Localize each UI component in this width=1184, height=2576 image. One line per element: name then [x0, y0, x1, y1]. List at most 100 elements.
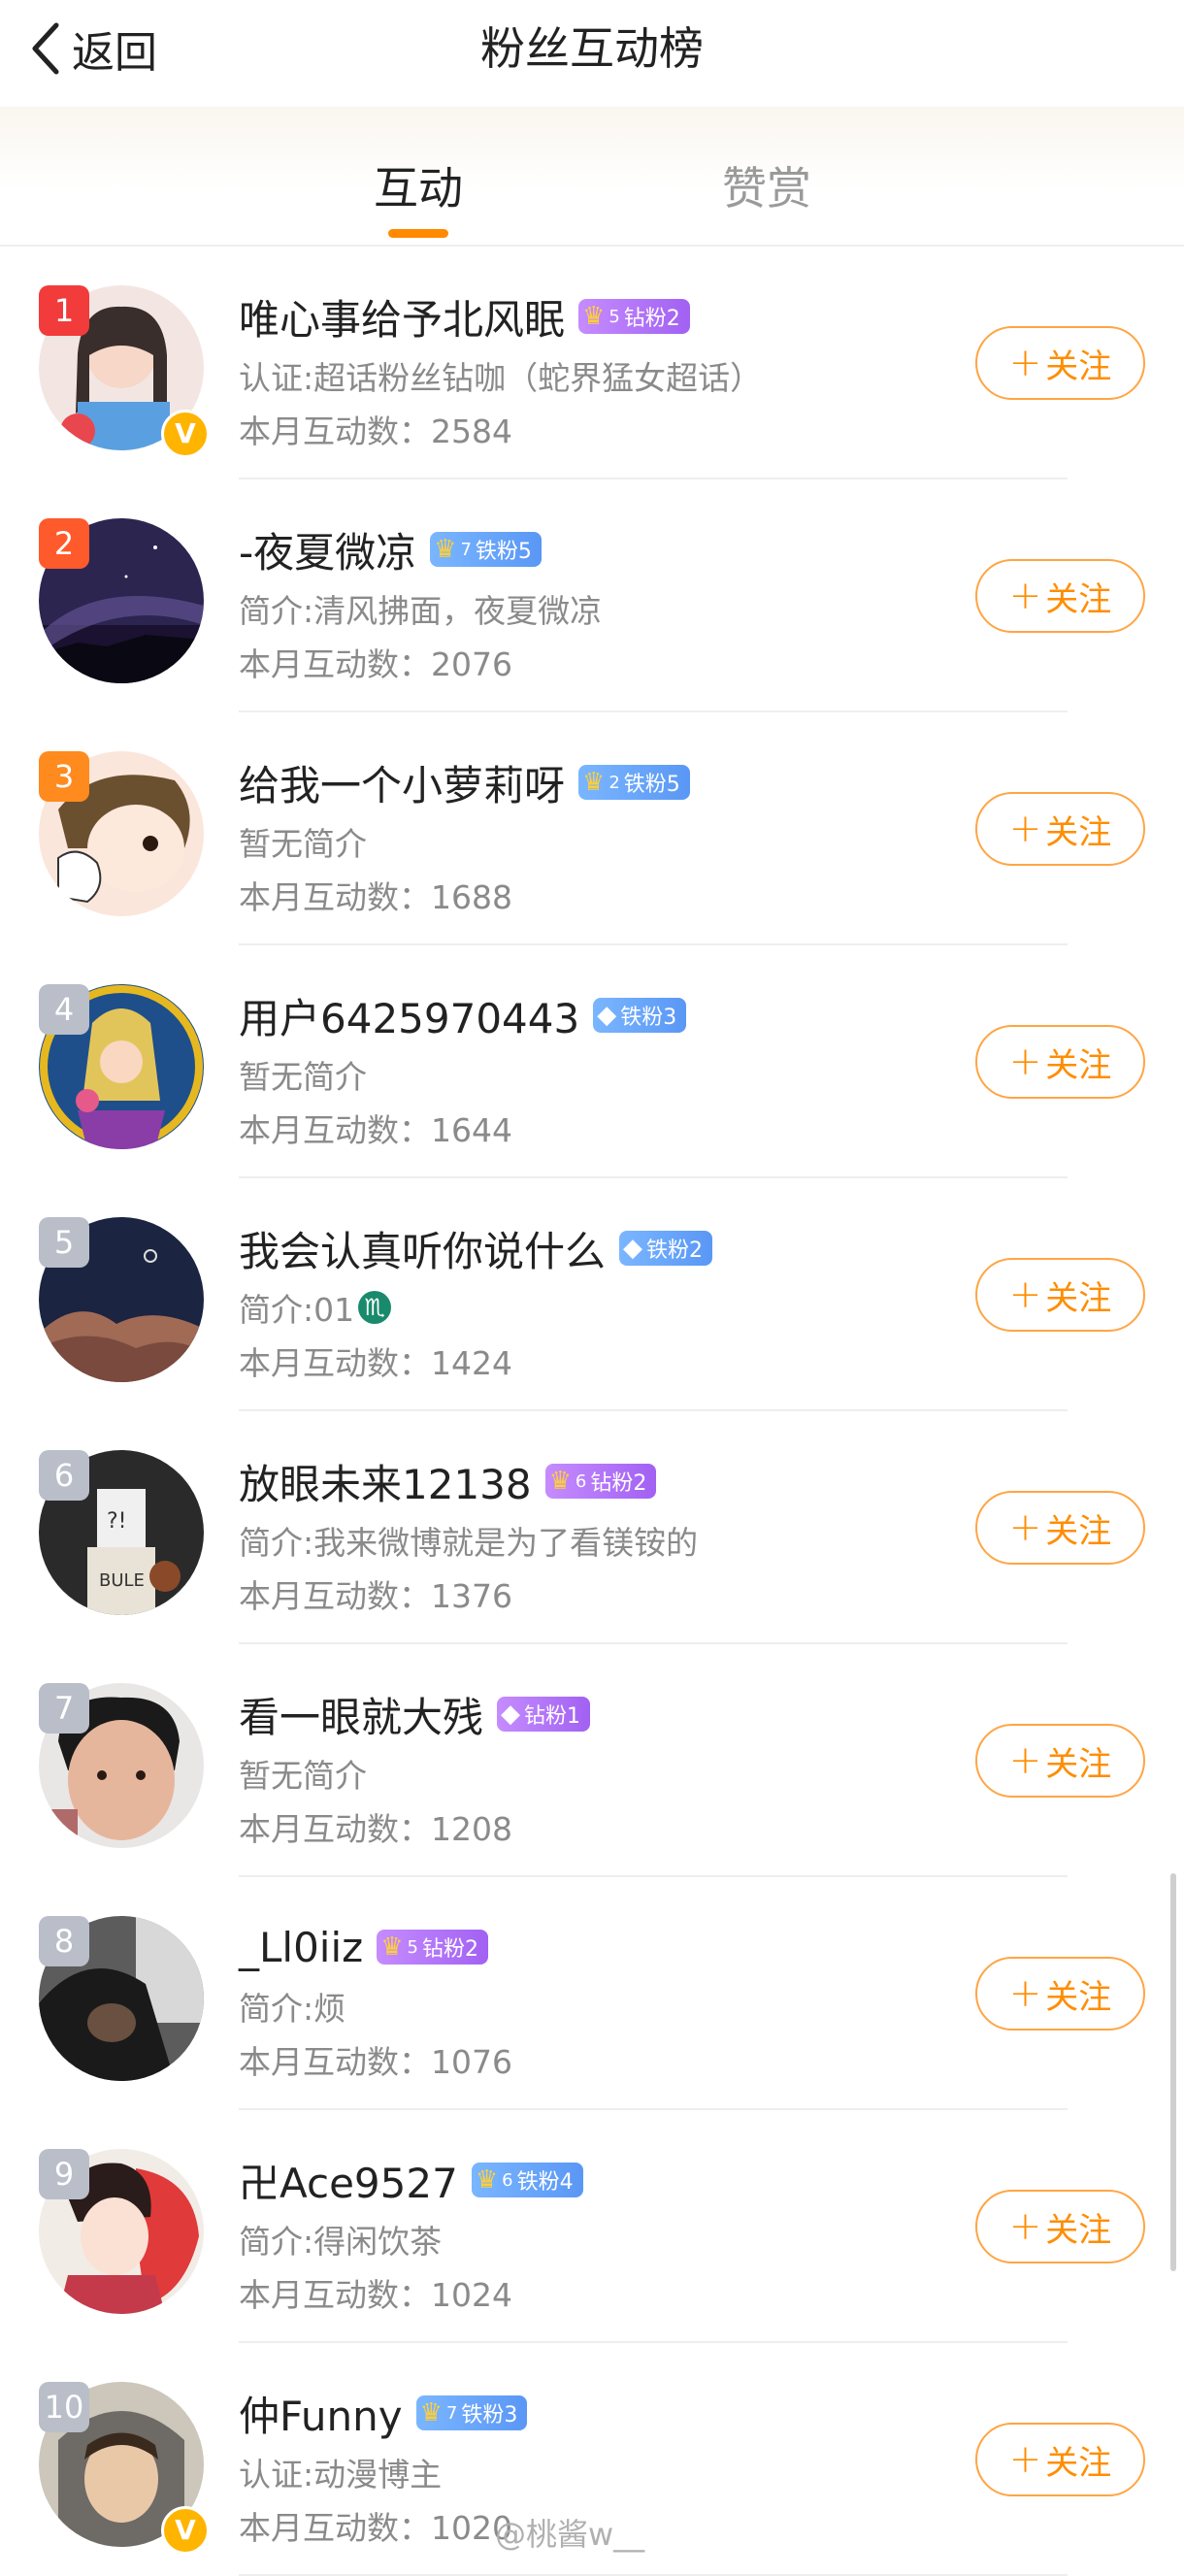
- list-item[interactable]: 3 给我一个小萝莉呀 ♛ 2 铁粉5 暂无简介 本月互动数：1688 + 关注: [0, 712, 1184, 945]
- bio-text: 简介:得闲饮茶: [239, 2223, 443, 2261]
- username[interactable]: 唯心事给予北风眠: [239, 287, 565, 347]
- rank-badge: 9: [39, 2149, 89, 2199]
- fan-info: 给我一个小萝莉呀 ♛ 2 铁粉5 暂无简介 本月互动数：1688: [239, 753, 690, 918]
- fan-info: 卍Ace9527 ♛ 6 铁粉4 简介:得闲饮茶 本月互动数：1024: [239, 2151, 583, 2316]
- bio-text: 简介:我来微博就是为了看镁铵的: [239, 1524, 699, 1562]
- plus-icon: +: [1008, 341, 1042, 385]
- list-item[interactable]: ?! BULE 6 放眼未来12138 ♛ 6 钻粉2 简介:我来微博就是为了看镁…: [0, 1411, 1184, 1644]
- diamond-icon: ◆: [623, 1234, 643, 1263]
- list-item[interactable]: 4 用户6425970443 ◆ 铁粉3 暂无简介 本月互动数：1644 + 关…: [0, 945, 1184, 1178]
- follow-button[interactable]: + 关注: [975, 1491, 1145, 1565]
- tab-appreciation[interactable]: 赞赏: [670, 153, 864, 217]
- bio-text: 认证:超话粉丝钻咖（蛇界猛女超话）: [239, 359, 763, 397]
- list-item[interactable]: 9 卍Ace9527 ♛ 6 铁粉4 简介:得闲饮茶 本月互动数：1024 + …: [0, 2110, 1184, 2343]
- follow-button[interactable]: + 关注: [975, 2190, 1145, 2263]
- badge-level: 7: [460, 539, 472, 560]
- list-item[interactable]: 1 V 唯心事给予北风眠 ♛ 5 钻粉2 认证:超话粉丝钻咖（蛇界猛女超话） 本…: [0, 247, 1184, 479]
- list-item[interactable]: 7 看一眼就大残 ◆ 钻粉1 暂无简介 本月互动数：1208 + 关注: [0, 1644, 1184, 1877]
- crown-icon: ♛: [419, 2398, 443, 2427]
- diamond-fan-badge[interactable]: ♛ 5 钻粉2: [578, 299, 690, 334]
- count-value: 1688: [431, 878, 512, 916]
- count-label: 本月互动数：: [239, 1111, 431, 1149]
- bio-text: 简介:01: [239, 1291, 355, 1329]
- plus-icon: +: [1008, 574, 1042, 618]
- username[interactable]: 卍Ace9527: [239, 2151, 458, 2210]
- interaction-count: 本月互动数：2584: [239, 406, 762, 452]
- name-line: 唯心事给予北风眠 ♛ 5 钻粉2: [239, 287, 762, 346]
- badge-label: 铁粉3: [620, 1006, 677, 1030]
- badge-level: 6: [575, 1470, 587, 1492]
- interaction-count: 本月互动数：1424: [239, 1338, 712, 1384]
- iron-fan-badge[interactable]: ◆ 铁粉2: [619, 1231, 713, 1266]
- diamond-fan-badge[interactable]: ◆ 钻粉1: [497, 1697, 591, 1732]
- badge-level: 7: [445, 2402, 458, 2424]
- follow-button[interactable]: + 关注: [975, 559, 1145, 633]
- follow-button[interactable]: + 关注: [975, 2423, 1145, 2496]
- count-label: 本月互动数：: [239, 2276, 431, 2314]
- interaction-count: 本月互动数：1076: [239, 2036, 512, 2083]
- diamond-fan-badge[interactable]: ♛ 6 钻粉2: [544, 1464, 657, 1499]
- bio-text: 暂无简介: [239, 1058, 367, 1096]
- iron-fan-badge[interactable]: ♛ 2 铁粉5: [578, 765, 690, 800]
- list-item[interactable]: 5 我会认真听你说什么 ◆ 铁粉2 简介:01 ♏ 本月互动数：1424 + 关…: [0, 1178, 1184, 1411]
- follow-label: 关注: [1045, 2210, 1112, 2250]
- bio: 暂无简介: [239, 819, 690, 864]
- count-label: 本月互动数：: [239, 2043, 431, 2081]
- name-line: 用户6425970443 ◆ 铁粉3: [239, 986, 687, 1045]
- page-title: 粉丝互动榜: [480, 22, 704, 75]
- bio-text: 暂无简介: [239, 1757, 367, 1795]
- username[interactable]: 看一眼就大残: [239, 1685, 483, 1744]
- username[interactable]: 仲Funny: [239, 2384, 403, 2443]
- iron-fan-badge[interactable]: ♛ 6 铁粉4: [471, 2163, 583, 2197]
- username[interactable]: 我会认真听你说什么: [239, 1219, 606, 1278]
- crown-icon: ♛: [582, 768, 606, 797]
- interaction-count: 本月互动数：1644: [239, 1105, 686, 1151]
- scrollbar[interactable]: [1170, 1873, 1176, 2271]
- follow-label: 关注: [1045, 1977, 1112, 2017]
- username[interactable]: 用户6425970443: [239, 986, 579, 1045]
- badge-label: 铁粉2: [646, 1238, 704, 1263]
- follow-button[interactable]: + 关注: [975, 1724, 1145, 1798]
- top-nav-bar: 返回 粉丝互动榜: [0, 0, 1184, 107]
- count-value: 1376: [431, 1577, 512, 1615]
- diamond-fan-badge[interactable]: ♛ 5 钻粉2: [377, 1930, 488, 1965]
- follow-button[interactable]: + 关注: [975, 792, 1145, 866]
- iron-fan-badge[interactable]: ◆ 铁粉3: [593, 998, 687, 1033]
- follow-button[interactable]: + 关注: [975, 1025, 1145, 1099]
- plus-icon: +: [1008, 2437, 1042, 2482]
- bio: 简介:01 ♏: [239, 1285, 712, 1330]
- iron-fan-badge[interactable]: ♛ 7 铁粉3: [415, 2395, 528, 2430]
- verified-icon: V: [161, 410, 210, 458]
- fan-info: 用户6425970443 ◆ 铁粉3 暂无简介 本月互动数：1644: [239, 986, 687, 1151]
- count-value: 1076: [431, 2043, 512, 2081]
- badge-label: 钻粉2: [421, 1937, 478, 1962]
- list-item[interactable]: 8 _Ll0iiz ♛ 5 钻粉2 简介:烦 本月互动数：1076 + 关注: [0, 1877, 1184, 2110]
- crown-icon: ♛: [434, 535, 457, 564]
- name-line: 放眼未来12138 ♛ 6 钻粉2: [239, 1452, 698, 1510]
- follow-label: 关注: [1045, 1511, 1112, 1551]
- plus-icon: +: [1008, 1971, 1042, 2016]
- username[interactable]: 放眼未来12138: [239, 1452, 532, 1511]
- iron-fan-badge[interactable]: ♛ 7 铁粉5: [430, 532, 542, 567]
- name-line: 我会认真听你说什么 ◆ 铁粉2: [239, 1219, 713, 1278]
- count-label: 本月互动数：: [239, 2509, 431, 2547]
- svg-text:BULE: BULE: [99, 1570, 145, 1591]
- list-item[interactable]: 2 -夜夏微凉 ♛ 7 铁粉5 简介:清风拂面，夜夏微凉 本月互动数：2076 …: [0, 479, 1184, 712]
- username[interactable]: -夜夏微凉: [239, 520, 416, 579]
- bio: 暂无简介: [239, 1751, 590, 1796]
- follow-button[interactable]: + 关注: [975, 1957, 1145, 2031]
- bio: 简介:烦: [239, 1984, 512, 2029]
- username[interactable]: 给我一个小萝莉呀: [239, 753, 565, 812]
- username[interactable]: _Ll0iiz: [239, 1924, 363, 1971]
- name-line: -夜夏微凉 ♛ 7 铁粉5: [239, 520, 602, 578]
- fan-info: -夜夏微凉 ♛ 7 铁粉5 简介:清风拂面，夜夏微凉 本月互动数：2076: [239, 520, 602, 685]
- rank-badge: 3: [39, 751, 89, 802]
- diamond-icon: ◆: [501, 1700, 521, 1729]
- follow-button[interactable]: + 关注: [975, 326, 1145, 400]
- follow-label: 关注: [1045, 347, 1112, 386]
- tab-interaction[interactable]: 互动: [321, 153, 515, 217]
- verified-icon: V: [161, 2506, 210, 2555]
- follow-button[interactable]: + 关注: [975, 1258, 1145, 1332]
- badge-label: 钻粉2: [623, 307, 680, 331]
- name-line: 卍Ace9527 ♛ 6 铁粉4: [239, 2151, 583, 2209]
